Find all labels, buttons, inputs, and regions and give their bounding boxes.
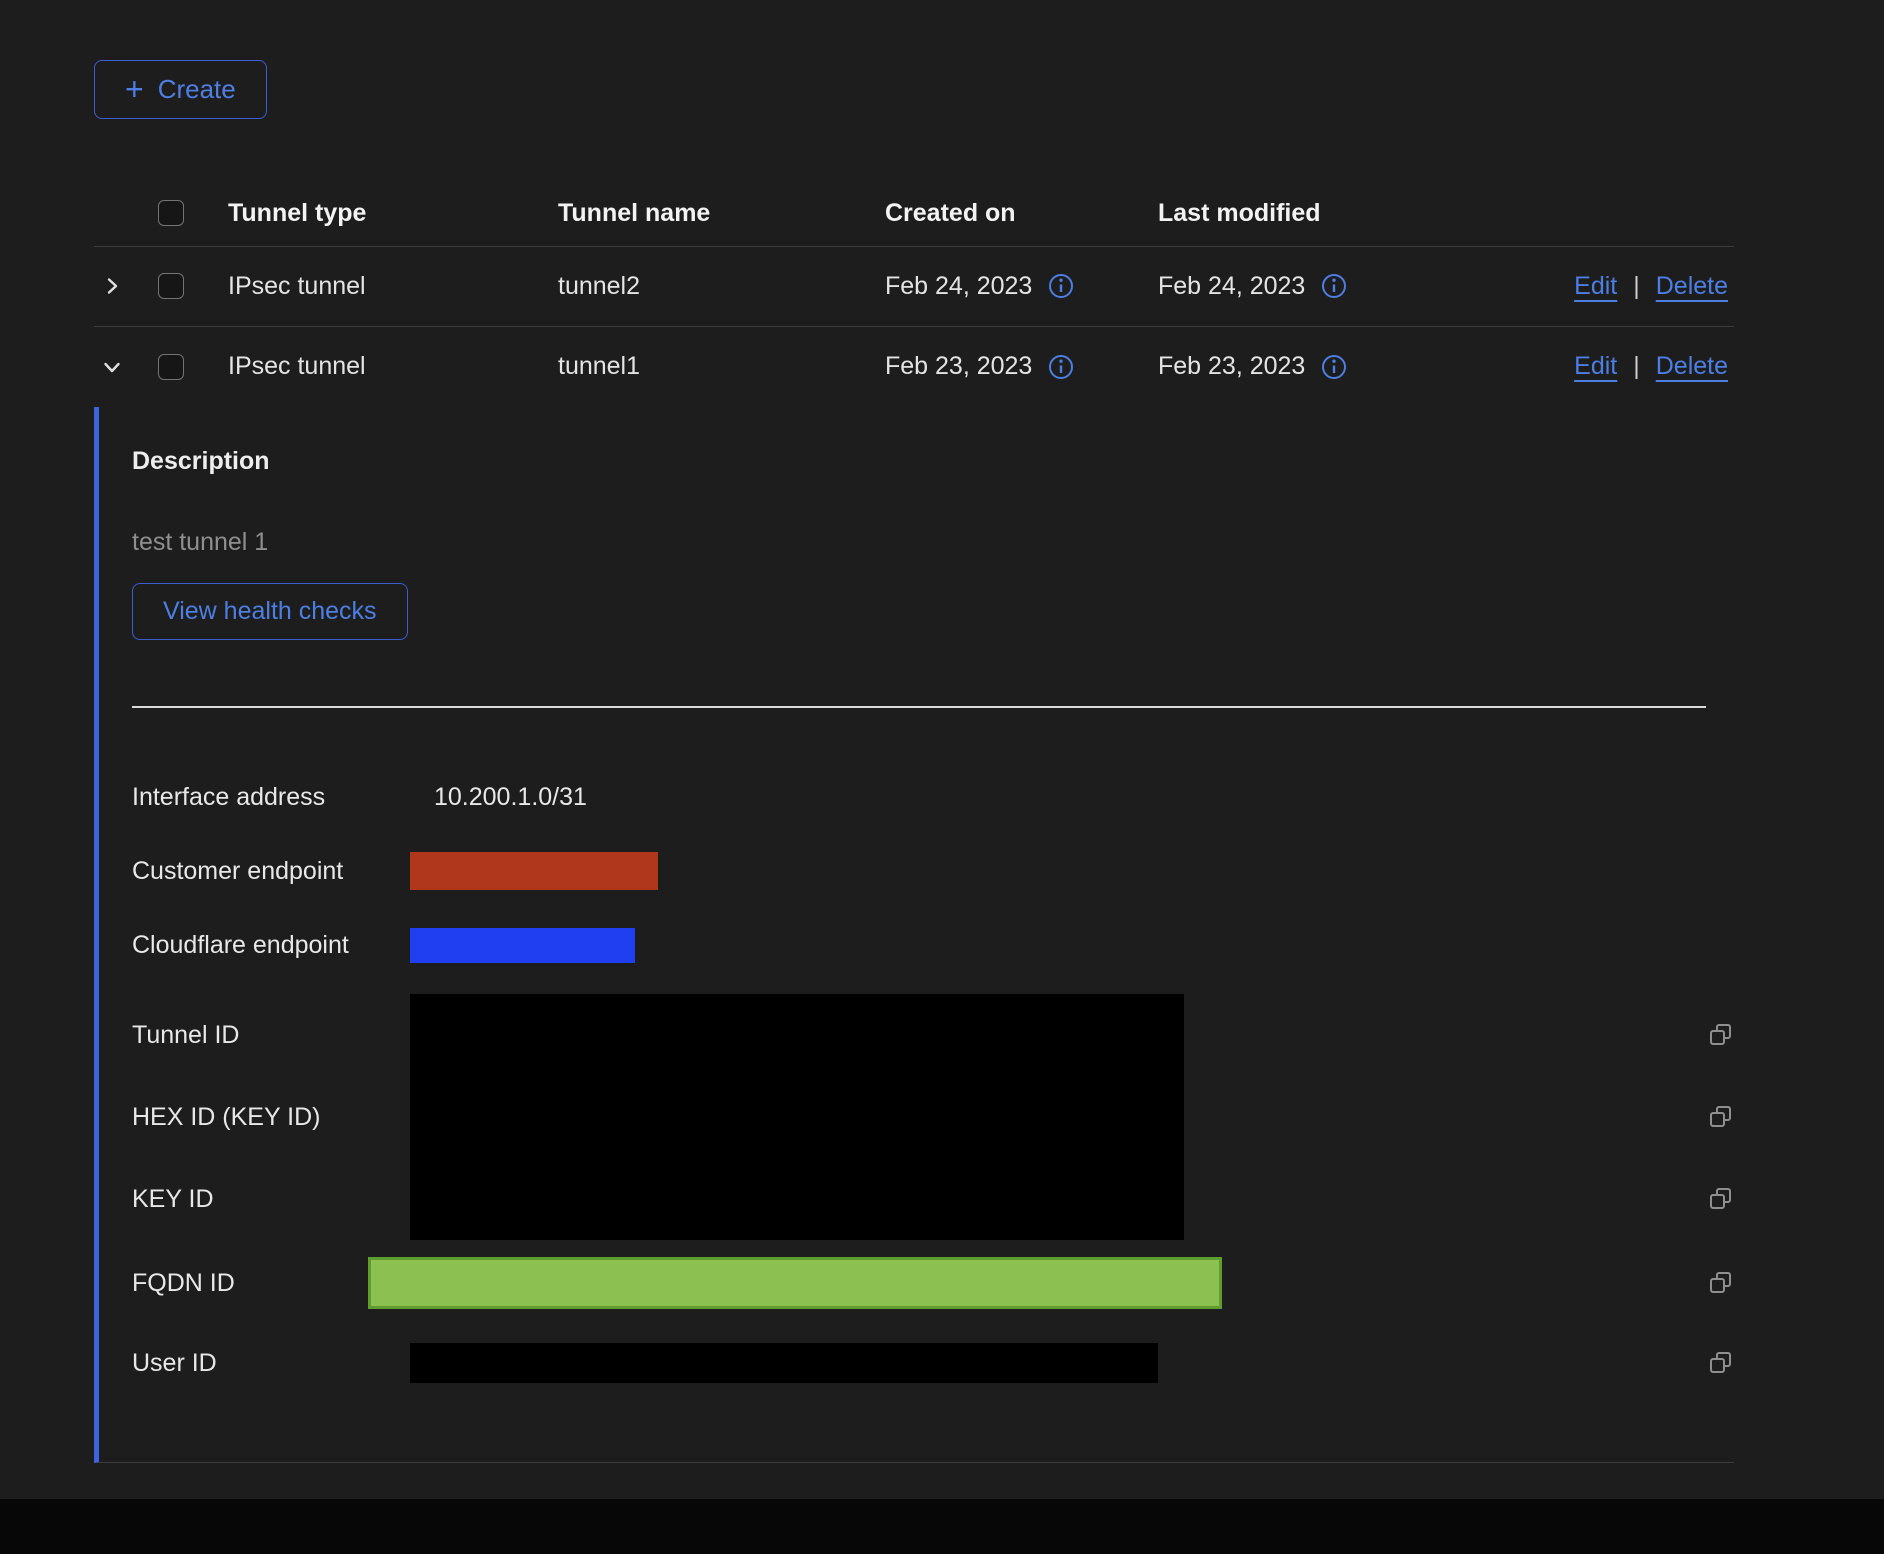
copy-icon	[1708, 1022, 1734, 1048]
cell-last-modified: Feb 23, 2023	[1158, 352, 1488, 381]
copy-user-id-button[interactable]	[1674, 1350, 1734, 1376]
actions-separator: |	[1633, 352, 1640, 381]
field-row-cloudflare-endpoint: Cloudflare endpoint	[132, 908, 1734, 982]
fqdn-id-redacted-value	[368, 1257, 1222, 1309]
cell-tunnel-type: IPsec tunnel	[228, 352, 558, 381]
create-button-label: Create	[158, 75, 236, 104]
table-row: IPsec tunnel tunnel1 Feb 23, 2023 Feb 23…	[94, 327, 1734, 407]
field-group-ids: Tunnel ID HEX ID (KEY ID) KEY ID	[132, 994, 1734, 1240]
section-divider	[132, 706, 1706, 708]
column-header-tunnel-name: Tunnel name	[558, 199, 885, 228]
last-modified-value: Feb 24, 2023	[1158, 272, 1305, 301]
copy-icon	[1708, 1186, 1734, 1212]
create-button[interactable]: + Create	[94, 60, 267, 119]
customer-endpoint-redacted-value	[410, 852, 658, 890]
table-header-row: Tunnel type Tunnel name Created on Last …	[94, 181, 1734, 247]
chevron-down-icon	[100, 355, 124, 379]
cell-last-modified: Feb 24, 2023	[1158, 272, 1488, 301]
field-row-user-id: User ID	[132, 1326, 1734, 1400]
view-health-checks-button[interactable]: View health checks	[132, 583, 408, 641]
field-row-interface-address: Interface address 10.200.1.0/31	[132, 760, 1734, 834]
description-label: Description	[132, 447, 1734, 476]
ids-redacted-value	[410, 994, 1184, 1240]
copy-fqdn-id-button[interactable]	[1674, 1270, 1734, 1296]
actions-separator: |	[1633, 272, 1640, 301]
collapse-row-button[interactable]	[94, 355, 144, 379]
field-row-customer-endpoint: Customer endpoint	[132, 834, 1734, 908]
field-row-fqdn-id: FQDN ID	[132, 1240, 1734, 1326]
copy-hex-id-button[interactable]	[1674, 1104, 1734, 1130]
delete-link[interactable]: Delete	[1656, 272, 1728, 301]
description-value: test tunnel 1	[132, 528, 1734, 557]
cloudflare-endpoint-label: Cloudflare endpoint	[132, 931, 410, 960]
expand-row-button[interactable]	[94, 274, 144, 298]
cell-tunnel-type: IPsec tunnel	[228, 272, 558, 301]
copy-icon	[1708, 1270, 1734, 1296]
customer-endpoint-label: Customer endpoint	[132, 857, 410, 886]
cell-tunnel-name: tunnel2	[558, 272, 885, 301]
interface-address-value: 10.200.1.0/31	[410, 783, 1674, 812]
user-id-label: User ID	[132, 1349, 410, 1378]
column-header-tunnel-type: Tunnel type	[228, 199, 558, 228]
delete-link[interactable]: Delete	[1656, 352, 1728, 381]
copy-key-id-button[interactable]	[1674, 1186, 1734, 1212]
chevron-right-icon	[100, 274, 124, 298]
copy-tunnel-id-button[interactable]	[1674, 1022, 1734, 1048]
table-row: IPsec tunnel tunnel2 Feb 24, 2023 Feb 24…	[94, 247, 1734, 327]
edit-link[interactable]: Edit	[1574, 272, 1617, 301]
tunnel-id-label: Tunnel ID	[132, 1021, 410, 1050]
info-icon[interactable]	[1321, 273, 1347, 299]
tunnels-page: + Create Tunnel type Tunnel name Created…	[0, 0, 1884, 1463]
created-on-value: Feb 23, 2023	[885, 352, 1032, 381]
last-modified-value: Feb 23, 2023	[1158, 352, 1305, 381]
edit-link[interactable]: Edit	[1574, 352, 1617, 381]
info-icon[interactable]	[1048, 354, 1074, 380]
interface-address-label: Interface address	[132, 783, 410, 812]
row-actions: Edit | Delete	[1488, 272, 1734, 301]
bottom-bar	[0, 1499, 1884, 1554]
tunnels-table: Tunnel type Tunnel name Created on Last …	[94, 181, 1734, 1464]
created-on-value: Feb 24, 2023	[885, 272, 1032, 301]
info-icon[interactable]	[1321, 354, 1347, 380]
row-checkbox[interactable]	[158, 354, 184, 380]
cell-created-on: Feb 24, 2023	[885, 272, 1158, 301]
column-header-last-modified: Last modified	[1158, 199, 1488, 228]
detail-fields: Interface address 10.200.1.0/31 Customer…	[132, 760, 1734, 1400]
tunnel-detail-panel: Description test tunnel 1 View health ch…	[94, 407, 1734, 1464]
plus-icon: +	[125, 77, 144, 103]
row-checkbox[interactable]	[158, 273, 184, 299]
key-id-label: KEY ID	[132, 1185, 410, 1214]
cloudflare-endpoint-redacted-value	[410, 928, 635, 963]
copy-icon	[1708, 1350, 1734, 1376]
cell-tunnel-name: tunnel1	[558, 352, 885, 381]
row-actions: Edit | Delete	[1488, 352, 1734, 381]
user-id-redacted-value	[410, 1343, 1158, 1383]
column-header-created-on: Created on	[885, 199, 1158, 228]
info-icon[interactable]	[1048, 273, 1074, 299]
cell-created-on: Feb 23, 2023	[885, 352, 1158, 381]
select-all-checkbox[interactable]	[158, 200, 184, 226]
copy-icon	[1708, 1104, 1734, 1130]
hex-id-label: HEX ID (KEY ID)	[132, 1103, 410, 1132]
